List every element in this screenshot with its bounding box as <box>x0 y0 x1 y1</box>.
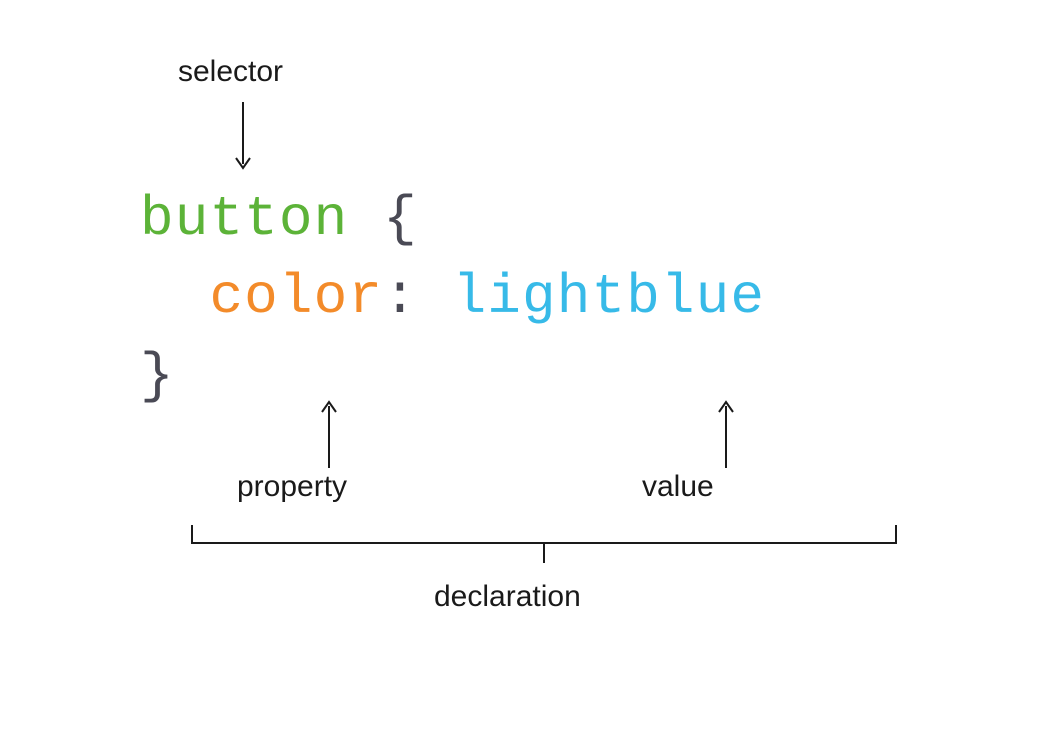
arrow-up-icon <box>319 398 339 468</box>
open-brace: { <box>383 187 418 251</box>
selector-label: selector <box>178 55 283 89</box>
code-line-3: } <box>140 337 765 415</box>
code-line-2: color: lightblue <box>140 258 765 336</box>
code-line-1: button { <box>140 180 765 258</box>
css-selector: button <box>140 187 348 251</box>
value-label: value <box>642 470 714 504</box>
code-content: button { color: lightblue } <box>140 180 765 415</box>
declaration-label: declaration <box>434 580 581 614</box>
css-code-block: button { color: lightblue } <box>140 180 765 415</box>
css-value: lightblue <box>453 265 766 329</box>
css-property: color <box>209 265 383 329</box>
css-colon: : <box>383 265 418 329</box>
arrow-up-icon <box>716 398 736 468</box>
property-label: property <box>237 470 347 504</box>
bracket-icon <box>190 523 898 563</box>
arrow-down-icon <box>233 102 253 174</box>
close-brace: } <box>140 344 175 408</box>
